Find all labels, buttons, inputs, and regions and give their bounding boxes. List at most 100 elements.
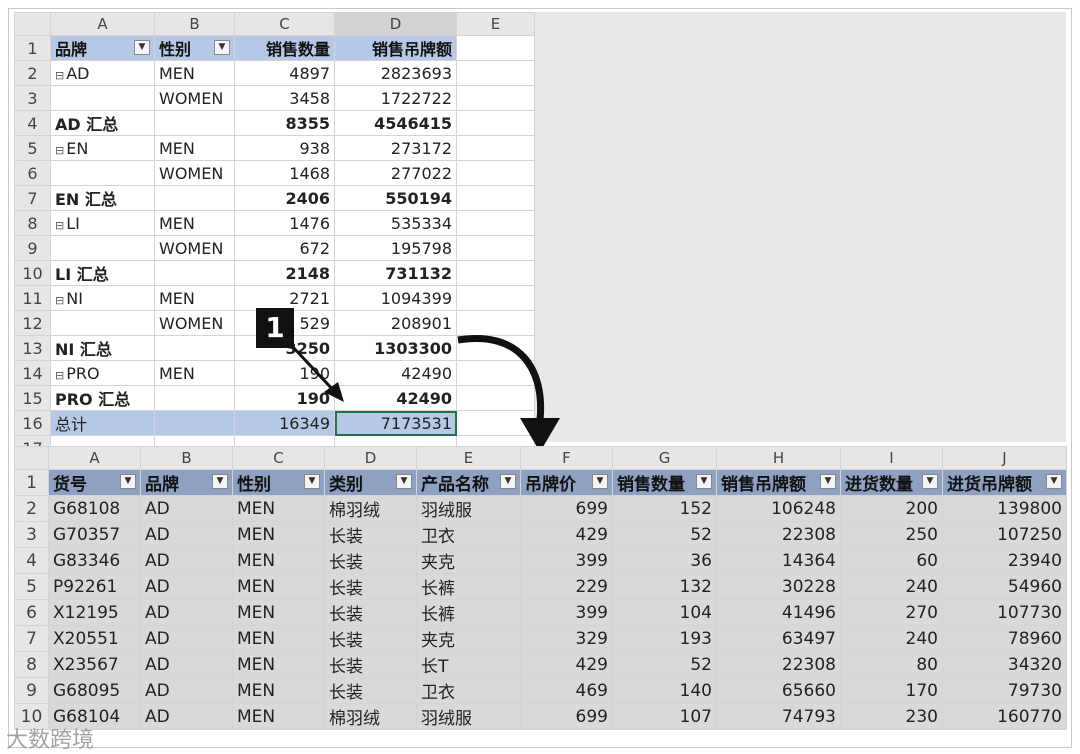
row-header[interactable]: 7 [14,625,49,652]
data-cell[interactable]: AD [140,599,233,626]
column-header-b[interactable]: B [140,446,233,470]
data-cell[interactable]: 107 [612,703,717,730]
data-cell[interactable]: 78960 [942,625,1067,652]
data-cell[interactable]: 长装 [324,521,417,548]
data-cell[interactable]: 229 [520,573,613,600]
data-cell[interactable]: 139800 [942,495,1067,522]
field-header[interactable]: 进货数量 ▼ [840,469,943,496]
data-cell[interactable]: 30228 [716,573,841,600]
data-cell[interactable]: 34320 [942,651,1067,678]
data-cell[interactable]: MEN [232,521,325,548]
field-header[interactable]: 进货吊牌额 ▼ [942,469,1067,496]
data-cell[interactable]: 74793 [716,703,841,730]
data-cell[interactable]: 107730 [942,599,1067,626]
data-cell[interactable]: 长裤 [416,599,521,626]
data-cell[interactable]: 469 [520,677,613,704]
field-header[interactable]: 类别 ▼ [324,469,417,496]
data-cell[interactable]: AD [140,625,233,652]
field-header[interactable]: 销售吊牌额 ▼ [716,469,841,496]
data-cell[interactable]: 140 [612,677,717,704]
field-header[interactable]: 性别 ▼ [232,469,325,496]
data-cell[interactable]: 长装 [324,625,417,652]
data-cell[interactable]: G70357 [48,521,141,548]
data-cell[interactable]: 399 [520,599,613,626]
column-header-e[interactable]: E [416,446,521,470]
column-header-j[interactable]: J [942,446,1067,470]
data-cell[interactable]: MEN [232,651,325,678]
filter-dropdown-icon[interactable]: ▼ [500,474,516,489]
filter-dropdown-icon[interactable]: ▼ [592,474,608,489]
data-cell[interactable]: MEN [232,677,325,704]
column-header-d[interactable]: D [324,446,417,470]
data-cell[interactable]: 329 [520,625,613,652]
data-cell[interactable]: MEN [232,703,325,730]
data-cell[interactable]: 230 [840,703,943,730]
column-header-i[interactable]: I [840,446,943,470]
data-cell[interactable]: 22308 [716,521,841,548]
data-cell[interactable]: AD [140,573,233,600]
filter-dropdown-icon[interactable]: ▼ [820,474,836,489]
field-header[interactable]: 产品名称 ▼ [416,469,521,496]
data-cell[interactable]: 长装 [324,651,417,678]
data-cell[interactable]: 羽绒服 [416,703,521,730]
data-cell[interactable]: AD [140,703,233,730]
row-header[interactable]: 9 [14,677,49,704]
data-cell[interactable]: 65660 [716,677,841,704]
data-cell[interactable]: MEN [232,573,325,600]
row-header[interactable]: 8 [14,651,49,678]
data-cell[interactable]: AD [140,651,233,678]
column-header-c[interactable]: C [232,446,325,470]
filter-dropdown-icon[interactable]: ▼ [696,474,712,489]
data-cell[interactable]: MEN [232,625,325,652]
data-cell[interactable]: AD [140,495,233,522]
data-cell[interactable]: 23940 [942,547,1067,574]
data-cell[interactable]: 270 [840,599,943,626]
data-cell[interactable]: G68108 [48,495,141,522]
data-cell[interactable]: 429 [520,651,613,678]
data-cell[interactable]: 夹克 [416,547,521,574]
column-header-h[interactable]: H [716,446,841,470]
data-cell[interactable]: 107250 [942,521,1067,548]
data-cell[interactable]: 卫衣 [416,521,521,548]
row-header[interactable]: 3 [14,521,49,548]
data-cell[interactable]: 104 [612,599,717,626]
data-cell[interactable]: MEN [232,599,325,626]
data-cell[interactable]: 60 [840,547,943,574]
data-cell[interactable]: 羽绒服 [416,495,521,522]
data-cell[interactable]: X23567 [48,651,141,678]
row-header[interactable]: 4 [14,547,49,574]
data-cell[interactable]: 36 [612,547,717,574]
data-cell[interactable]: 长装 [324,547,417,574]
data-cell[interactable]: MEN [232,495,325,522]
data-cell[interactable]: P92261 [48,573,141,600]
data-cell[interactable]: 106248 [716,495,841,522]
select-all-corner[interactable] [14,446,49,470]
data-cell[interactable]: 79730 [942,677,1067,704]
row-header[interactable]: 5 [14,573,49,600]
data-cell[interactable]: 80 [840,651,943,678]
data-cell[interactable]: G83346 [48,547,141,574]
data-cell[interactable]: 250 [840,521,943,548]
data-cell[interactable]: 240 [840,625,943,652]
column-header-g[interactable]: G [612,446,717,470]
data-cell[interactable]: 699 [520,495,613,522]
data-cell[interactable]: 卫衣 [416,677,521,704]
data-cell[interactable]: 399 [520,547,613,574]
data-cell[interactable]: 52 [612,521,717,548]
data-cell[interactable]: 54960 [942,573,1067,600]
data-cell[interactable]: 长装 [324,573,417,600]
data-cell[interactable]: 429 [520,521,613,548]
data-cell[interactable]: MEN [232,547,325,574]
data-cell[interactable]: 棉羽绒 [324,495,417,522]
column-header-a[interactable]: A [48,446,141,470]
field-header[interactable]: 货号 ▼ [48,469,141,496]
data-cell[interactable]: 22308 [716,651,841,678]
filter-dropdown-icon[interactable]: ▼ [120,474,136,489]
filter-dropdown-icon[interactable]: ▼ [922,474,938,489]
data-cell[interactable]: G68095 [48,677,141,704]
data-cell[interactable]: AD [140,677,233,704]
data-cell[interactable]: 63497 [716,625,841,652]
data-cell[interactable]: 160770 [942,703,1067,730]
data-cell[interactable]: 14364 [716,547,841,574]
data-cell[interactable]: 棉羽绒 [324,703,417,730]
